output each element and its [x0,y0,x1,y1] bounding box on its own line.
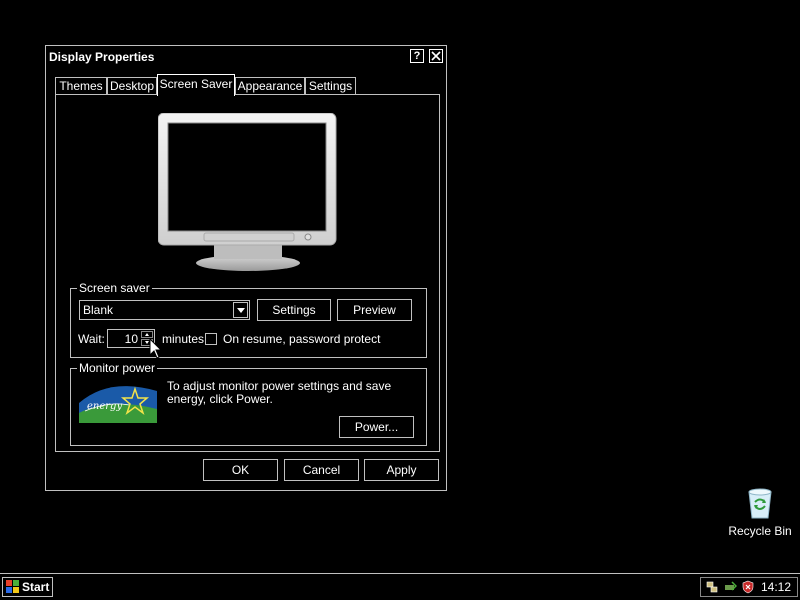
monitor-power-group: Monitor power energy To adjust monitor p… [70,361,427,446]
recycle-bin-icon [748,488,772,519]
desktop-icon-recycle-bin[interactable]: Recycle Bin [728,486,792,542]
tab-themes[interactable]: Themes [55,77,107,95]
tab-desktop[interactable]: Desktop [107,77,157,95]
monitor-power-group-label: Monitor power [77,361,158,375]
start-button[interactable]: Start [2,577,53,597]
spin-up-icon[interactable] [141,331,153,338]
screen-saver-group: Screen saver Blank Settings Preview Wait… [70,281,427,358]
desktop: Display Properties ? Themes Desktop Scre… [0,0,800,600]
settings-button[interactable]: Settings [257,299,331,321]
apply-button[interactable]: Apply [364,459,439,481]
safely-remove-icon[interactable] [723,580,737,594]
tab-appearance[interactable]: Appearance [235,77,305,95]
security-shield-icon[interactable] [741,580,755,594]
ok-button[interactable]: OK [203,459,278,481]
tab-settings[interactable]: Settings [305,77,356,95]
taskbar: Start 14:12 [0,573,800,600]
password-protect-checkbox[interactable] [205,333,217,345]
close-icon [431,51,441,61]
wait-label: Wait: [78,332,105,346]
wait-minutes-stepper[interactable]: 10 [107,329,155,348]
close-button[interactable] [429,49,443,63]
chevron-down-icon[interactable] [233,302,248,318]
dialog-title: Display Properties [49,50,155,64]
password-protect-label[interactable]: On resume, password protect [223,332,380,346]
clock[interactable]: 14:12 [761,580,791,594]
power-button[interactable]: Power... [339,416,414,438]
desktop-icon-label: Recycle Bin [728,524,792,538]
monitor-power-description: To adjust monitor power settings and sav… [167,379,392,406]
start-label: Start [22,580,50,594]
screen-saver-panel: Screen saver Blank Settings Preview Wait… [55,94,440,452]
svg-text:energy: energy [87,401,122,412]
screen-saver-group-label: Screen saver [77,281,152,295]
screen-saver-selected: Blank [83,303,114,317]
tab-screen-saver[interactable]: Screen Saver [157,74,235,96]
dialog-titlebar[interactable]: Display Properties ? [46,46,446,68]
screen-saver-select[interactable]: Blank [79,300,250,320]
cancel-button[interactable]: Cancel [284,459,359,481]
minutes-label: minutes [162,332,205,346]
energy-star-icon: energy [79,386,157,423]
monitor-preview [158,113,337,271]
mouse-cursor-icon [149,338,163,359]
network-icon[interactable] [705,580,719,594]
display-properties-dialog: Display Properties ? Themes Desktop Scre… [45,45,447,491]
wait-minutes-value: 10 [124,332,138,346]
help-button[interactable]: ? [410,49,424,63]
windows-logo-icon [6,580,19,593]
system-tray: 14:12 [700,577,798,597]
preview-button[interactable]: Preview [337,299,412,321]
